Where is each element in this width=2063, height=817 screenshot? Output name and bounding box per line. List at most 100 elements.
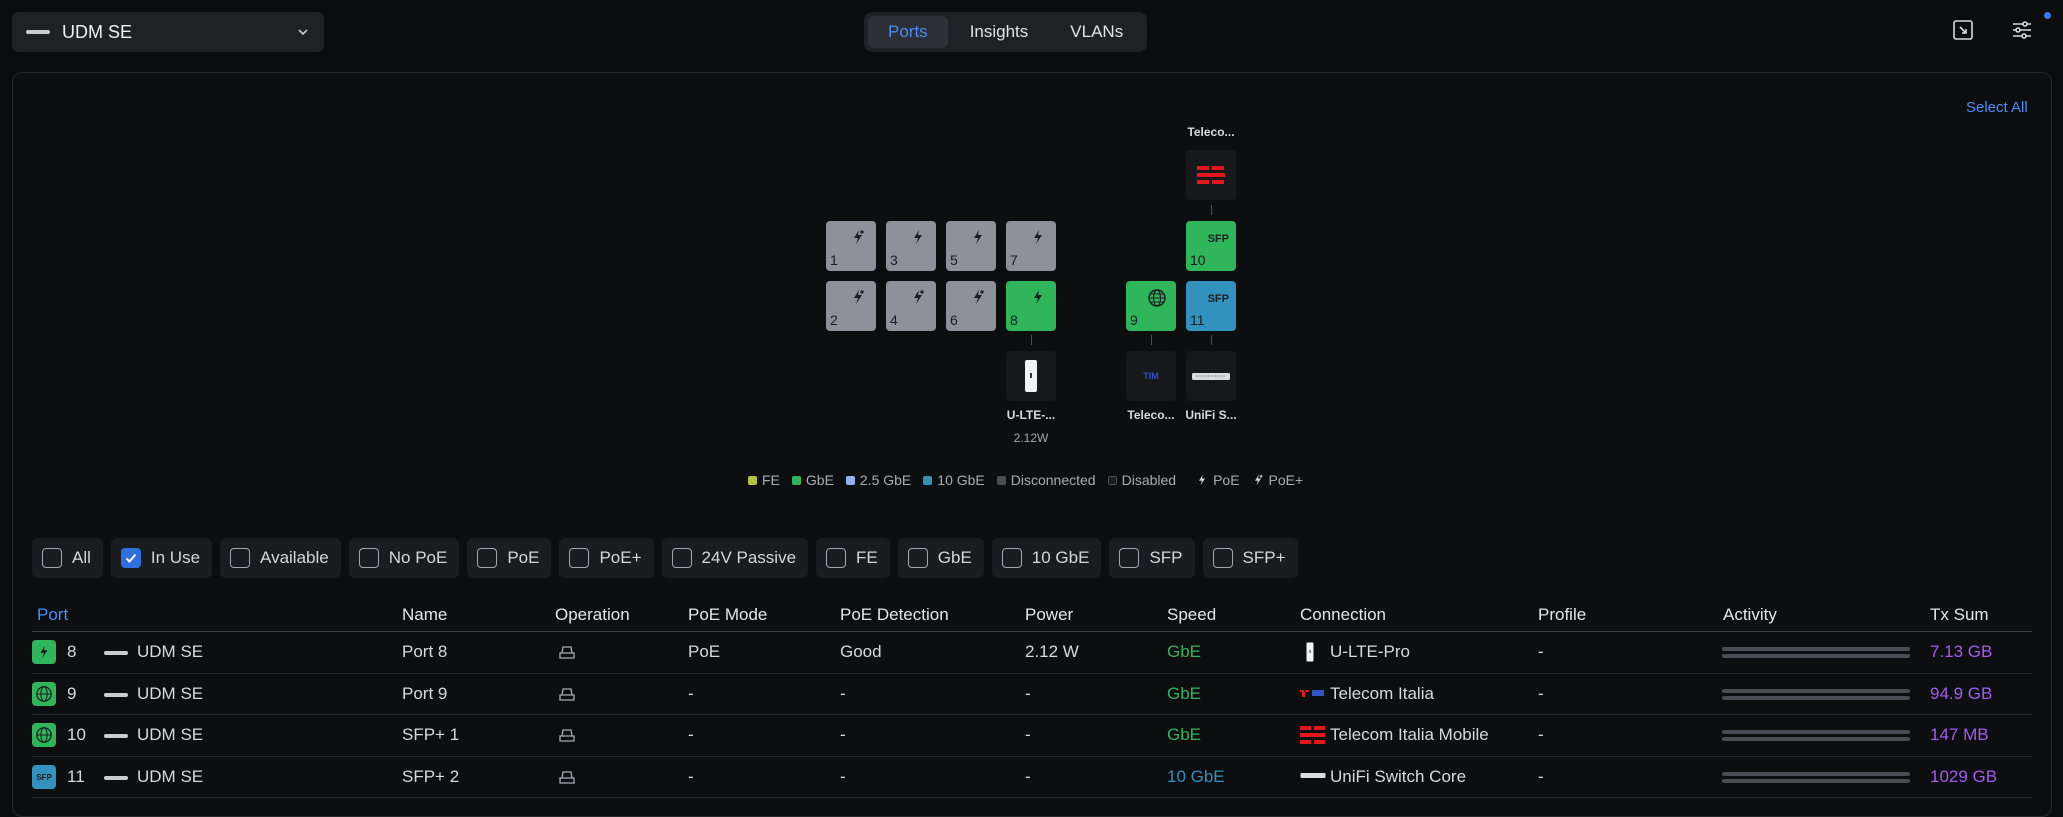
column-tx-sum[interactable]: Tx Sum (1930, 605, 1989, 625)
port-number: 4 (890, 312, 898, 328)
checkbox[interactable] (1212, 548, 1233, 568)
checkbox[interactable] (1119, 548, 1140, 568)
activity-bar (1722, 737, 1910, 741)
port-10[interactable]: SFP 10 (1186, 221, 1236, 271)
filter-sfp[interactable]: SFP (1109, 538, 1195, 578)
port-7[interactable]: 7 (1006, 221, 1056, 271)
port-4[interactable]: 4 (886, 281, 936, 331)
filter-available[interactable]: Available (220, 538, 341, 578)
checkbox-checked[interactable] (120, 548, 141, 568)
row-profile: - (1538, 684, 1544, 703)
settings-sliders-icon[interactable] (2010, 18, 2034, 42)
select-all-link[interactable]: Select All (1966, 99, 2028, 116)
legend-disconnected: Disconnected (996, 472, 1096, 488)
filter-24v-passive[interactable]: 24V Passive (661, 538, 809, 578)
tim-logo-icon (1300, 726, 1325, 744)
notification-dot (2044, 12, 2051, 19)
device-selector-label: UDM SE (62, 21, 133, 42)
filter-sfp-plus[interactable]: SFP+ (1202, 538, 1298, 578)
checkbox[interactable] (1001, 548, 1022, 568)
filter-poe-plus[interactable]: PoE+ (559, 538, 654, 578)
row-name: Port 8 (402, 642, 448, 661)
port-11[interactable]: SFP 11 (1186, 281, 1236, 331)
unifi-switch-core-device[interactable] (1186, 351, 1236, 401)
divider (32, 797, 2032, 798)
column-operation[interactable]: Operation (555, 605, 630, 625)
telecom-italia-mobile-device[interactable] (1186, 150, 1236, 200)
poe-icon (1034, 290, 1042, 304)
table-row[interactable]: 10 UDM SE SFP+ 1 - - - GbE Telecom Itali… (0, 715, 2063, 756)
gateway-icon (26, 30, 50, 34)
filter-poe[interactable]: PoE (467, 538, 552, 578)
activity-bar (1722, 730, 1910, 734)
checkbox[interactable] (358, 548, 379, 568)
expand-icon[interactable] (1951, 18, 1975, 42)
table-row[interactable]: 8 UDM SE Port 8 PoE Good 2.12 W GbE U-LT… (0, 632, 2063, 673)
port-5[interactable]: 5 (946, 221, 996, 271)
checkbox[interactable] (569, 548, 590, 568)
row-connection: Telecom Italia (1330, 684, 1434, 703)
row-speed: GbE (1167, 684, 1202, 703)
port-number: 9 (1130, 312, 1138, 328)
filter-no-poe[interactable]: No PoE (348, 538, 460, 578)
row-poe-detection: Good (840, 642, 882, 661)
tab-vlans[interactable]: VLANs (1050, 16, 1143, 48)
checkbox[interactable] (826, 548, 847, 568)
column-power[interactable]: Power (1025, 605, 1073, 625)
switch-device-icon (1192, 373, 1230, 380)
table-row[interactable]: SFP 11 UDM SE SFP+ 2 - - - 10 GbE UniFi … (0, 757, 2063, 798)
legend-gbe: GbE (791, 472, 834, 488)
column-port[interactable]: Port (37, 605, 68, 625)
device-selector[interactable]: UDM SE (12, 12, 324, 52)
column-activity[interactable]: Activity (1723, 605, 1777, 625)
port-2[interactable]: 2 (826, 281, 876, 331)
checkbox[interactable] (671, 548, 692, 568)
poe-icon (1034, 230, 1042, 244)
row-tx-sum: 147 MB (1930, 725, 1989, 744)
column-name[interactable]: Name (402, 605, 447, 625)
port-6[interactable]: 6 (946, 281, 996, 331)
port-3[interactable]: 3 (886, 221, 936, 271)
column-profile[interactable]: Profile (1538, 605, 1586, 625)
lte-device-icon (1306, 642, 1314, 662)
port-8[interactable]: 8 (1006, 281, 1056, 331)
checkbox[interactable] (477, 548, 498, 568)
row-device: UDM SE (137, 725, 204, 744)
filter-gbe[interactable]: GbE (897, 538, 984, 578)
filter-fe[interactable]: FE (816, 538, 890, 578)
table-row[interactable]: 9 UDM SE Port 9 - - - GbE Telecom Italia… (0, 674, 2063, 715)
row-poe-mode: - (688, 767, 694, 786)
globe-icon (1148, 289, 1166, 307)
port-9[interactable]: 9 (1126, 281, 1176, 331)
filter-in-use[interactable]: In Use (110, 538, 213, 578)
poe-plus-icon (974, 290, 984, 304)
row-poe-mode: - (688, 684, 694, 703)
port-legend: FE GbE 2.5 GbE 10 GbE Disconnected Disab… (748, 472, 1303, 488)
link-line (1151, 335, 1152, 345)
port-number: 6 (950, 312, 958, 328)
port-badge-wan (32, 682, 56, 706)
column-poe-detection[interactable]: PoE Detection (840, 605, 949, 625)
port-1[interactable]: 1 (826, 221, 876, 271)
column-speed[interactable]: Speed (1167, 605, 1216, 625)
lte-device-icon (1025, 360, 1037, 392)
checkbox[interactable] (42, 548, 62, 568)
port-badge-sfp: SFP (32, 765, 56, 789)
telecom-italia-device[interactable]: TIM (1126, 351, 1176, 401)
u-lte-pro-device[interactable] (1006, 351, 1056, 401)
row-profile: - (1538, 725, 1544, 744)
column-poe-mode[interactable]: PoE Mode (688, 605, 767, 625)
globe-icon (36, 727, 52, 743)
tab-insights[interactable]: Insights (950, 16, 1049, 48)
row-device: UDM SE (137, 684, 204, 703)
checkbox[interactable] (230, 548, 251, 568)
filter-10gbe[interactable]: 10 GbE (991, 538, 1102, 578)
tab-ports[interactable]: Ports (868, 16, 948, 48)
poe-plus-icon (854, 230, 864, 244)
poe-icon (974, 230, 982, 244)
port-number: 8 (1010, 312, 1018, 328)
filter-all[interactable]: All (32, 538, 103, 578)
checkbox[interactable] (907, 548, 928, 568)
column-connection[interactable]: Connection (1300, 605, 1386, 625)
row-name: SFP+ 2 (402, 767, 460, 786)
